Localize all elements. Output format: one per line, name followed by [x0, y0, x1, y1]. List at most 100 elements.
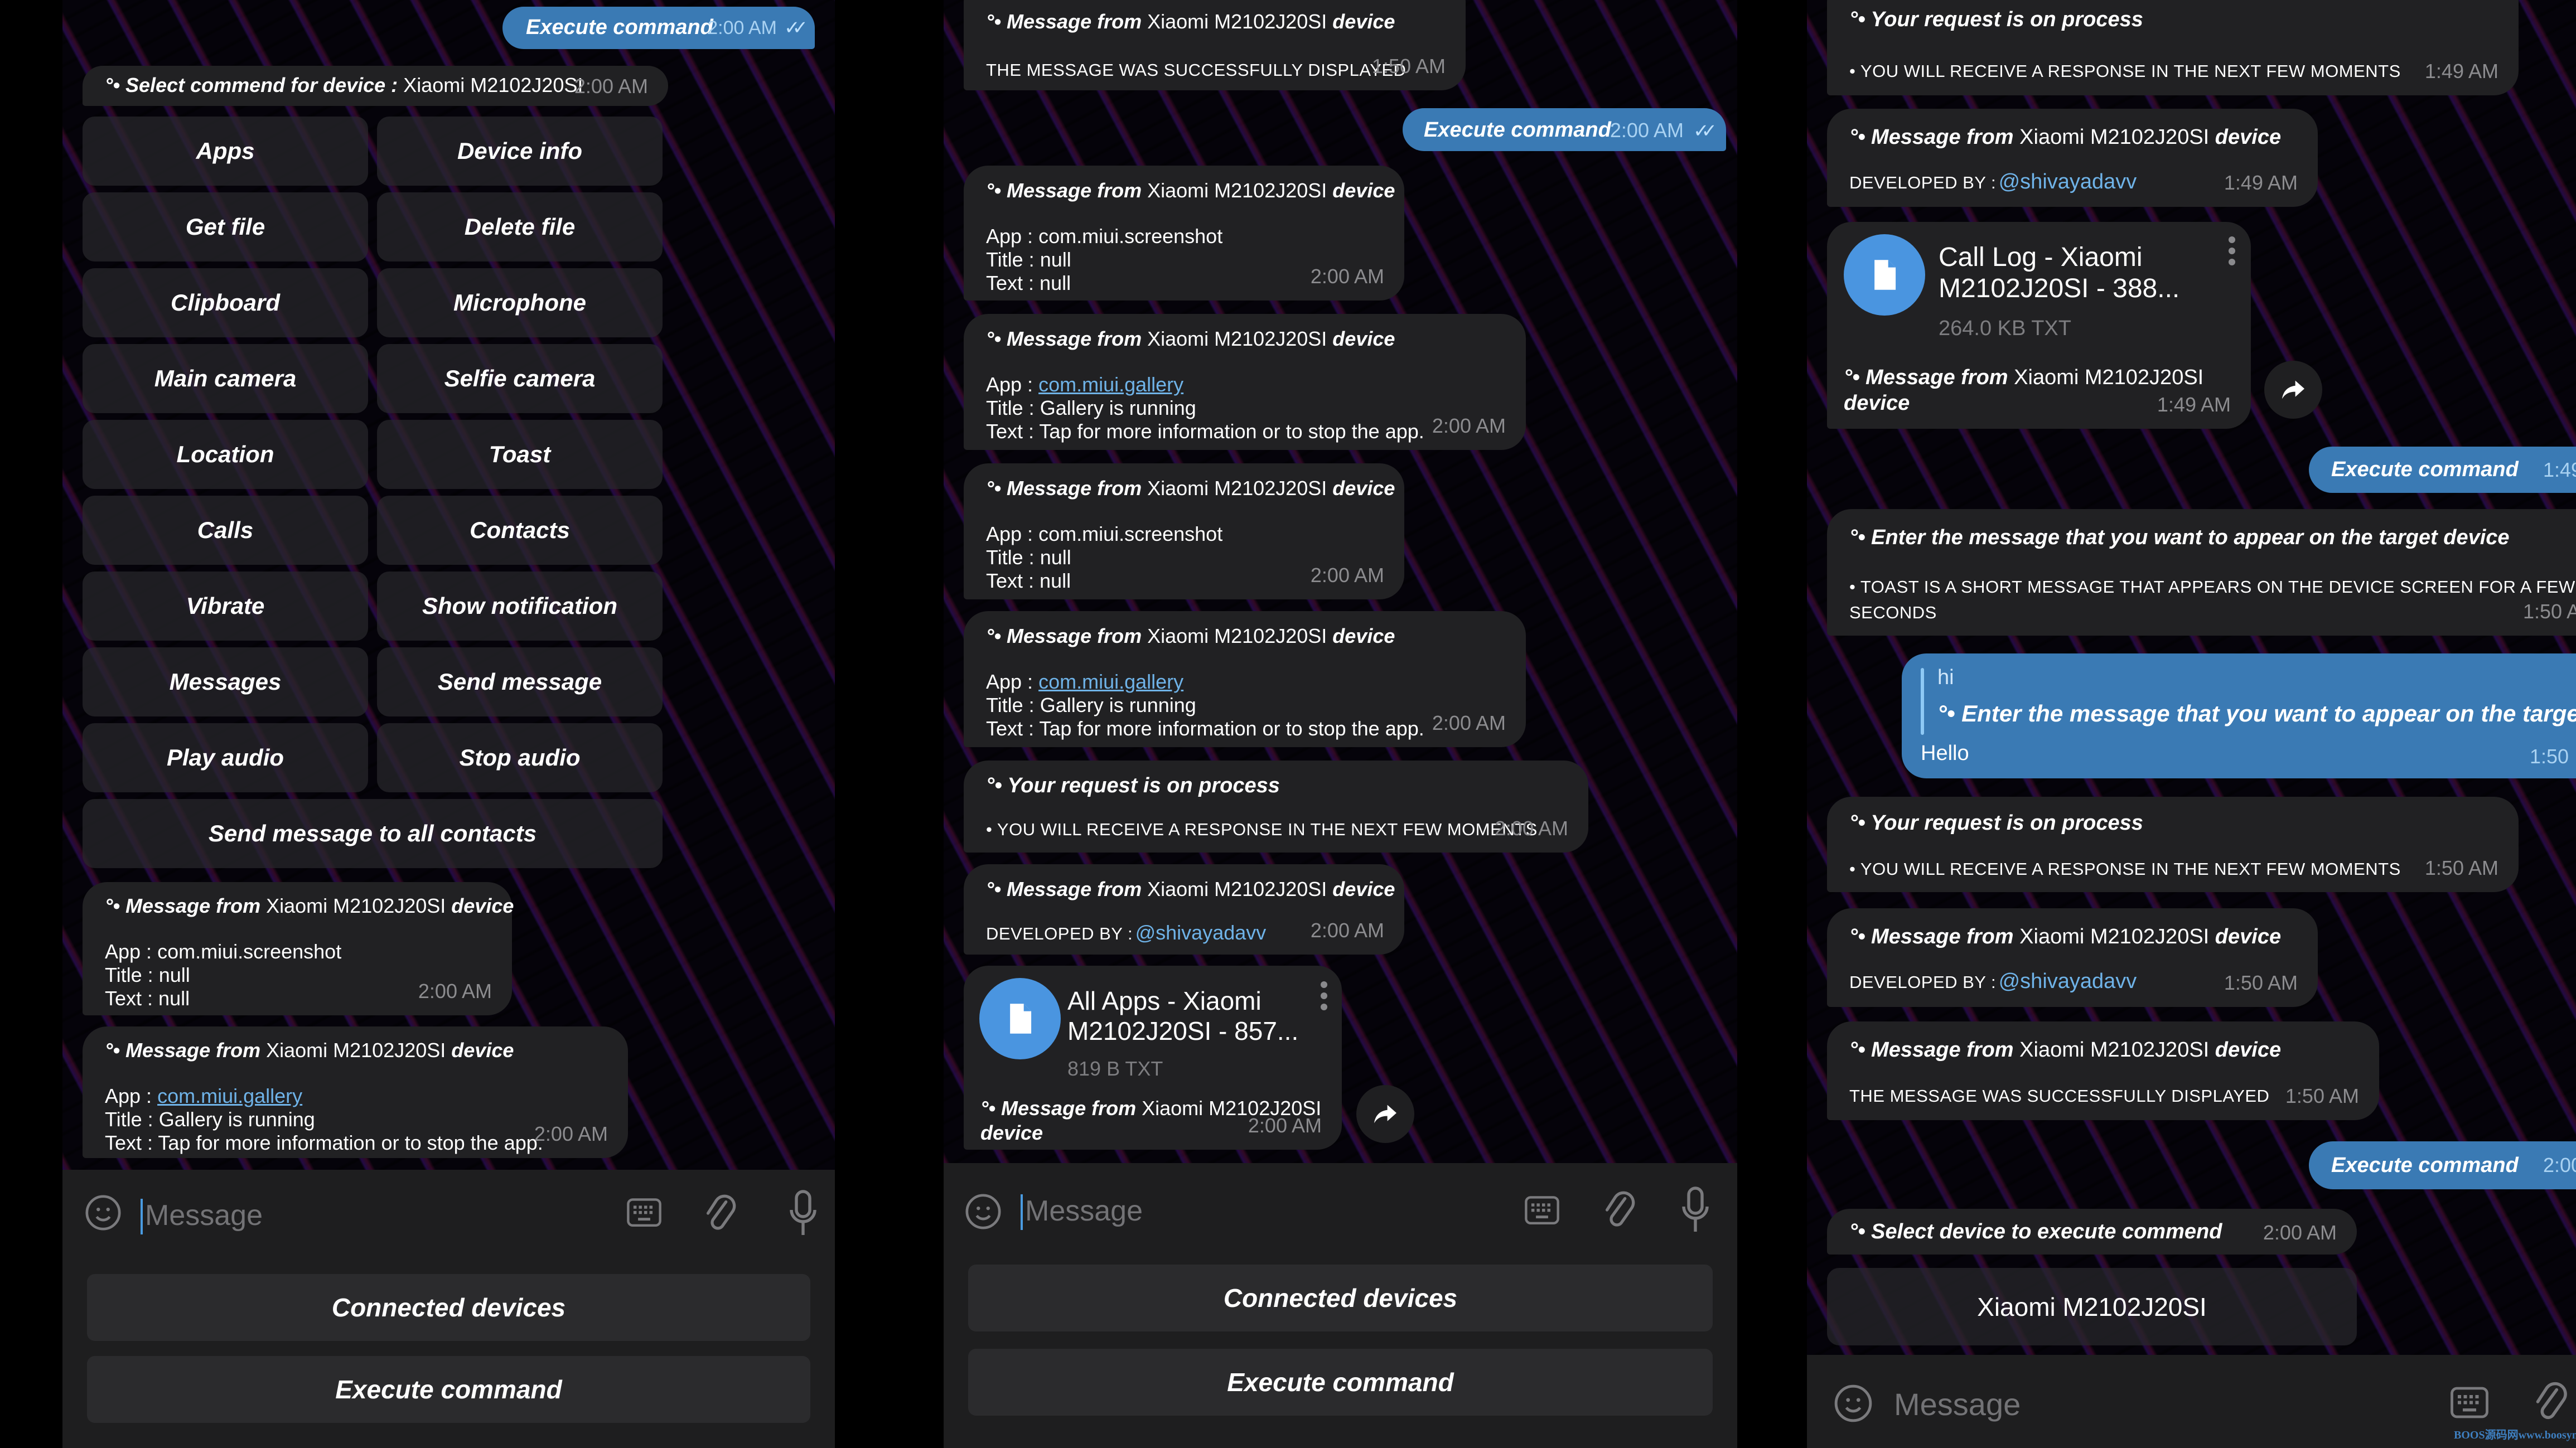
- incoming-message-notification: °• Message from Xiaomi M2102J20SI device…: [964, 166, 1404, 301]
- command-button[interactable]: Device info: [377, 117, 663, 186]
- title-line: Title : null: [986, 546, 1071, 569]
- command-button[interactable]: Contacts: [377, 496, 663, 565]
- quoted-text[interactable]: °• Enter the message that you want to ap…: [1937, 700, 2576, 727]
- command-button[interactable]: Microphone: [377, 268, 663, 337]
- message-title: °• Your request is on process: [986, 774, 1280, 797]
- device-select-button[interactable]: Xiaomi M2102J20SI: [1827, 1268, 2357, 1345]
- device-name: Xiaomi M2102J20SI: [1147, 327, 1327, 350]
- command-button[interactable]: Send message to all contacts: [83, 799, 663, 868]
- message-time: 2:00 AM: [1310, 564, 1384, 587]
- message-title: °• Your request is on process: [1849, 811, 2143, 835]
- app-package-link[interactable]: com.miui.gallery: [1038, 670, 1183, 693]
- file-size: 819 B TXT: [1067, 1057, 1163, 1080]
- more-options-icon[interactable]: [2229, 236, 2235, 270]
- attach-icon[interactable]: [1602, 1189, 1635, 1231]
- message-time: 1:50 AM: [2424, 856, 2498, 879]
- attach-icon[interactable]: [703, 1192, 736, 1234]
- developer-mention-link[interactable]: @shivayadavv: [1135, 921, 1267, 944]
- command-button[interactable]: Play audio: [83, 723, 368, 792]
- device-name: Xiaomi M2102J20SI: [1147, 179, 1327, 202]
- outgoing-message-execute-command: Execute command 2:00 AM ✓✓: [502, 7, 815, 49]
- message-time: 2:00 AM: [1432, 711, 1506, 734]
- command-button[interactable]: Show notification: [377, 572, 663, 641]
- file-icon[interactable]: [979, 978, 1061, 1059]
- message-time: 2:00 AM: [1248, 1114, 1322, 1137]
- message-title-prefix: °• Message from: [1849, 125, 2014, 149]
- file-name[interactable]: All Apps - Xiaomi M2102J20SI - 857...: [1067, 986, 1298, 1046]
- command-button[interactable]: Send message: [377, 647, 663, 716]
- message-time: 2:00 AM: [1310, 265, 1384, 288]
- success-text: THE MESSAGE WAS SUCCESSFULLY DISPLAYED: [1849, 1086, 2270, 1106]
- message-title-prefix: °• Message from: [1849, 1038, 2014, 1062]
- text-caret: [1021, 1194, 1023, 1230]
- connected-devices-button[interactable]: Connected devices: [968, 1265, 1713, 1331]
- message-input[interactable]: Message: [1025, 1194, 1143, 1228]
- command-button[interactable]: Vibrate: [83, 572, 368, 641]
- message-time: 1:49: [2543, 458, 2576, 481]
- keyboard-icon[interactable]: [2448, 1385, 2491, 1422]
- title-line: Title : null: [105, 963, 190, 986]
- message-title-prefix: °• Message from: [986, 878, 1142, 900]
- keyboard-icon[interactable]: [1524, 1194, 1560, 1228]
- command-button[interactable]: Clipboard: [83, 268, 368, 337]
- chat-panel-2: °• Message from Xiaomi M2102J20SI device…: [944, 0, 1737, 1448]
- command-button[interactable]: Toast: [377, 420, 663, 489]
- app-package-link[interactable]: com.miui.gallery: [157, 1084, 302, 1107]
- command-button[interactable]: Apps: [83, 117, 368, 186]
- message-title-prefix: °• Message from: [105, 1039, 261, 1062]
- device-name: Xiaomi M2102J20SI: [1147, 477, 1327, 500]
- forward-button[interactable]: [1356, 1085, 1414, 1143]
- command-button[interactable]: Calls: [83, 496, 368, 565]
- incoming-message-developer: °• Message from Xiaomi M2102J20SI device…: [1827, 109, 2318, 207]
- outgoing-message-execute-command: Execute command 1:49: [2309, 447, 2576, 493]
- command-button[interactable]: Messages: [83, 647, 368, 716]
- message-title-suffix: device: [451, 894, 514, 917]
- message-title-prefix: °• Message from: [105, 894, 261, 917]
- command-button[interactable]: Delete file: [377, 192, 663, 261]
- emoji-icon[interactable]: [1833, 1383, 1874, 1424]
- app-line: App : com.miui.screenshot: [986, 522, 1223, 545]
- app-package-link[interactable]: com.miui.gallery: [1038, 373, 1183, 396]
- keyboard-icon[interactable]: [626, 1197, 663, 1230]
- incoming-message-toast-prompt: °• Enter the message that you want to ap…: [1827, 509, 2576, 636]
- command-button[interactable]: Main camera: [83, 344, 368, 413]
- message-input[interactable]: Message: [145, 1199, 263, 1232]
- message-time: 2:00 AM: [574, 75, 648, 98]
- success-text: THE MESSAGE WAS SUCCESSFULLY DISPLAYED: [986, 60, 1407, 80]
- command-button[interactable]: Selfie camera: [377, 344, 663, 413]
- file-icon[interactable]: [1844, 234, 1925, 316]
- app-line: App : com.miui.gallery: [986, 373, 1184, 396]
- message-body: • YOU WILL RECEIVE A RESPONSE IN THE NEX…: [986, 820, 1538, 839]
- developer-mention-link[interactable]: @shivayadavv: [1999, 170, 2137, 193]
- connected-devices-button[interactable]: Connected devices: [87, 1274, 810, 1341]
- microphone-icon[interactable]: [787, 1190, 819, 1237]
- emoji-icon[interactable]: [964, 1192, 1003, 1231]
- reply-quote-bar: [1921, 668, 1924, 735]
- developer-mention-link[interactable]: @shivayadavv: [1999, 970, 2137, 993]
- message-title: °• Enter the message that you want to ap…: [1849, 526, 2510, 549]
- command-button[interactable]: Get file: [83, 192, 368, 261]
- double-check-icon: ✓✓: [784, 17, 808, 38]
- app-line: App : com.miui.screenshot: [986, 225, 1223, 248]
- execute-command-button[interactable]: Execute command: [968, 1349, 1713, 1416]
- attach-icon[interactable]: [2532, 1379, 2568, 1424]
- composer-area: Message BOOS源码网www.boosym.com: [1807, 1355, 2576, 1448]
- message-title: °• Your request is on process: [1849, 8, 2143, 31]
- incoming-message-success: °• Message from Xiaomi M2102J20SI device…: [964, 0, 1466, 90]
- emoji-icon[interactable]: [84, 1193, 123, 1232]
- file-name[interactable]: Call Log - Xiaomi M2102J20SI - 388...: [1939, 242, 2179, 304]
- message-time: 2:00 AM: [1610, 119, 1684, 142]
- title-line: Title : Gallery is running: [986, 694, 1196, 716]
- command-button[interactable]: Stop audio: [377, 723, 663, 792]
- message-text: Execute command: [526, 16, 713, 39]
- message-title-suffix: device: [451, 1039, 514, 1062]
- more-options-icon[interactable]: [1321, 981, 1327, 1015]
- execute-command-button[interactable]: Execute command: [87, 1356, 810, 1423]
- message-text: Execute command: [2331, 1154, 2519, 1177]
- message-input[interactable]: Message: [1894, 1386, 2021, 1422]
- forward-button[interactable]: [2264, 361, 2322, 419]
- microphone-icon[interactable]: [1680, 1187, 1711, 1233]
- message-time: 1:50 AM: [2285, 1084, 2359, 1107]
- command-button[interactable]: Location: [83, 420, 368, 489]
- message-time: 1:49 AM: [2157, 393, 2231, 416]
